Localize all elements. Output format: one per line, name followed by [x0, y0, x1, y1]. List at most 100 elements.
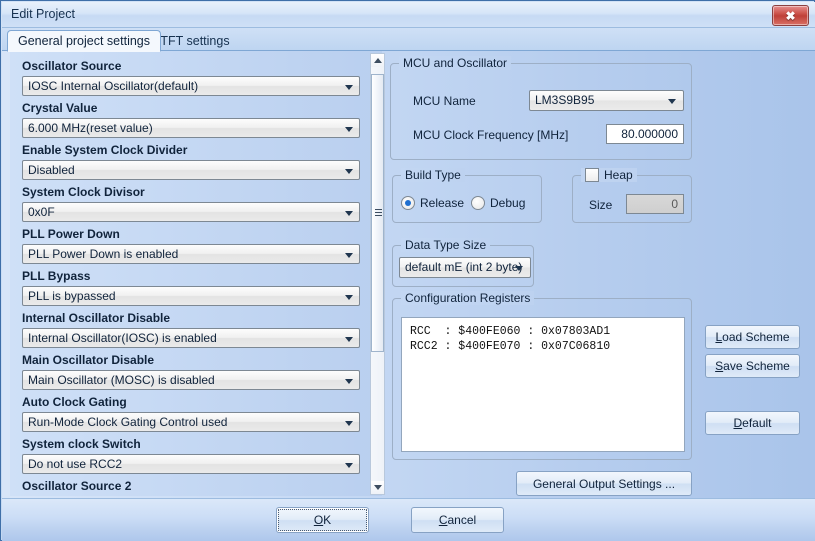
combo-value: Run-Mode Clock Gating Control used [28, 415, 228, 429]
close-button[interactable]: ✖ [772, 5, 809, 26]
button-label: Save Scheme [715, 359, 790, 373]
right-settings-panel: MCU and Oscillator MCU Name LM3S9B95 MCU… [390, 55, 700, 496]
chevron-down-icon [345, 337, 353, 342]
mcu-and-oscillator-group: MCU and Oscillator MCU Name LM3S9B95 MCU… [390, 56, 692, 160]
button-label-rest: K [323, 513, 332, 527]
chevron-down-icon [345, 211, 353, 216]
combo-internal-oscillator-disable[interactable]: Internal Oscillator(IOSC) is enabled [22, 328, 360, 348]
tab-label: General project settings [18, 34, 151, 48]
accel-letter: O [313, 513, 324, 527]
radio-label: Debug [490, 196, 526, 210]
save-scheme-button[interactable]: Save Scheme [705, 354, 800, 378]
button-label: General Output Settings ... [532, 476, 676, 491]
label-pll-power-down: PLL Power Down [22, 227, 120, 241]
default-button[interactable]: Default [705, 411, 800, 435]
chevron-down-icon [668, 99, 676, 104]
combo-value: Disabled [28, 163, 75, 177]
build-type-group: Build Type Release Debug [392, 168, 542, 223]
label-mcu-name: MCU Name [413, 94, 476, 108]
combo-crystal-value[interactable]: 6.000 MHz(reset value) [22, 118, 360, 138]
accel-letter: D [733, 416, 743, 430]
label-heap-size: Size [589, 198, 613, 212]
chevron-down-icon [345, 421, 353, 426]
button-label: Cancel [439, 513, 476, 527]
radio-dot-icon [401, 196, 415, 210]
label-internal-oscillator-disable: Internal Oscillator Disable [22, 311, 171, 325]
ok-button[interactable]: OK [276, 507, 369, 533]
heap-size-input[interactable]: 0 [626, 194, 684, 214]
chevron-down-icon [515, 266, 523, 271]
scroll-thumb-grip-icon [375, 209, 382, 217]
close-icon: ✖ [785, 8, 796, 23]
combo-enable-system-clock-divider[interactable]: Disabled [22, 160, 360, 180]
heap-group: Heap Size 0 [572, 168, 692, 223]
scroll-down-arrow-icon[interactable] [371, 481, 384, 494]
combo-main-oscillator-disable[interactable]: Main Oscillator (MOSC) is disabled [22, 370, 360, 390]
chevron-down-icon [345, 127, 353, 132]
title-bar: Edit Project ✖ [2, 2, 815, 28]
combo-value: Main Oscillator (MOSC) is disabled [28, 373, 215, 387]
label-oscillator-source: Oscillator Source [22, 59, 122, 73]
label-auto-clock-gating: Auto Clock Gating [22, 395, 127, 409]
mcu-clock-frequency-input[interactable]: 80.000000 [606, 124, 684, 144]
checkbox-box-icon [585, 168, 599, 182]
group-title: Data Type Size [401, 238, 491, 252]
label-system-clock-switch: System clock Switch [22, 437, 141, 451]
group-title: MCU and Oscillator [399, 56, 512, 70]
radio-label: Release [420, 196, 465, 210]
button-label: Load Scheme [715, 330, 789, 344]
heap-checkbox[interactable]: Heap [581, 168, 637, 182]
label-oscillator-source-2: Oscillator Source 2 [22, 479, 132, 493]
data-type-size-group: Data Type Size default mE (int 2 byte) [392, 238, 534, 287]
button-label-rest: oad Scheme [722, 330, 790, 344]
label-enable-system-clock-divider: Enable System Clock Divider [22, 143, 188, 157]
accel-letter: S [715, 359, 724, 373]
tab-general-project-settings[interactable]: General project settings [7, 30, 162, 52]
combo-oscillator-source[interactable]: IOSC Internal Oscillator(default) [22, 76, 360, 96]
settings-scrollbar[interactable] [370, 53, 385, 495]
edit-project-dialog: Edit Project ✖ General project settings … [0, 0, 815, 541]
group-title: Configuration Registers [401, 291, 535, 305]
combo-value: PLL Power Down is enabled [28, 247, 179, 261]
window-title: Edit Project [11, 7, 75, 21]
combo-value: default mE (int 2 byte) [405, 260, 523, 274]
chevron-down-icon [345, 379, 353, 384]
label-pll-bypass: PLL Bypass [22, 269, 91, 283]
combo-pll-bypass[interactable]: PLL is bypassed [22, 286, 360, 306]
combo-value: LM3S9B95 [535, 93, 595, 107]
button-label-rest: ancel [447, 513, 477, 527]
label-crystal-value: Crystal Value [22, 101, 98, 115]
chevron-down-icon [345, 463, 353, 468]
combo-data-type-size[interactable]: default mE (int 2 byte) [399, 257, 531, 278]
chevron-down-icon [345, 85, 353, 90]
button-label: OK [314, 513, 331, 527]
combo-pll-power-down[interactable]: PLL Power Down is enabled [22, 244, 360, 264]
combo-mcu-name[interactable]: LM3S9B95 [529, 90, 684, 111]
scrollbar-thumb[interactable] [371, 74, 384, 352]
configuration-registers-text[interactable]: RCC : $400FE060 : 0x07803AD1 RCC2 : $400… [401, 317, 685, 452]
cancel-button[interactable]: Cancel [411, 507, 504, 533]
combo-auto-clock-gating[interactable]: Run-Mode Clock Gating Control used [22, 412, 360, 432]
combo-system-clock-divisor[interactable]: 0x0F [22, 202, 360, 222]
tab-label: VTFT settings [152, 34, 230, 48]
load-scheme-button[interactable]: Load Scheme [705, 325, 800, 349]
tab-strip: General project settings VTFT settings [2, 28, 815, 52]
combo-value: 0x0F [28, 205, 55, 219]
button-label: Default [733, 416, 771, 430]
radio-dot-icon [471, 196, 485, 210]
combo-system-clock-switch[interactable]: Do not use RCC2 [22, 454, 360, 474]
combo-value: 6.000 MHz(reset value) [28, 121, 153, 135]
dialog-content: Oscillator Source IOSC Internal Oscillat… [2, 51, 815, 498]
radio-debug[interactable]: Debug [471, 196, 525, 210]
label-main-oscillator-disable: Main Oscillator Disable [22, 353, 155, 367]
configuration-registers-group: Configuration Registers RCC : $400FE060 … [392, 291, 692, 460]
general-output-settings-button[interactable]: General Output Settings ... [516, 471, 692, 496]
combo-value: Internal Oscillator(IOSC) is enabled [28, 331, 217, 345]
scroll-up-arrow-icon[interactable] [371, 54, 384, 67]
radio-release[interactable]: Release [401, 196, 464, 210]
button-label-rest: ave Scheme [723, 359, 790, 373]
chevron-down-icon [345, 169, 353, 174]
combo-value: Do not use RCC2 [28, 457, 123, 471]
button-label-rest: efault [742, 416, 772, 430]
heap-label: Heap [604, 168, 633, 182]
